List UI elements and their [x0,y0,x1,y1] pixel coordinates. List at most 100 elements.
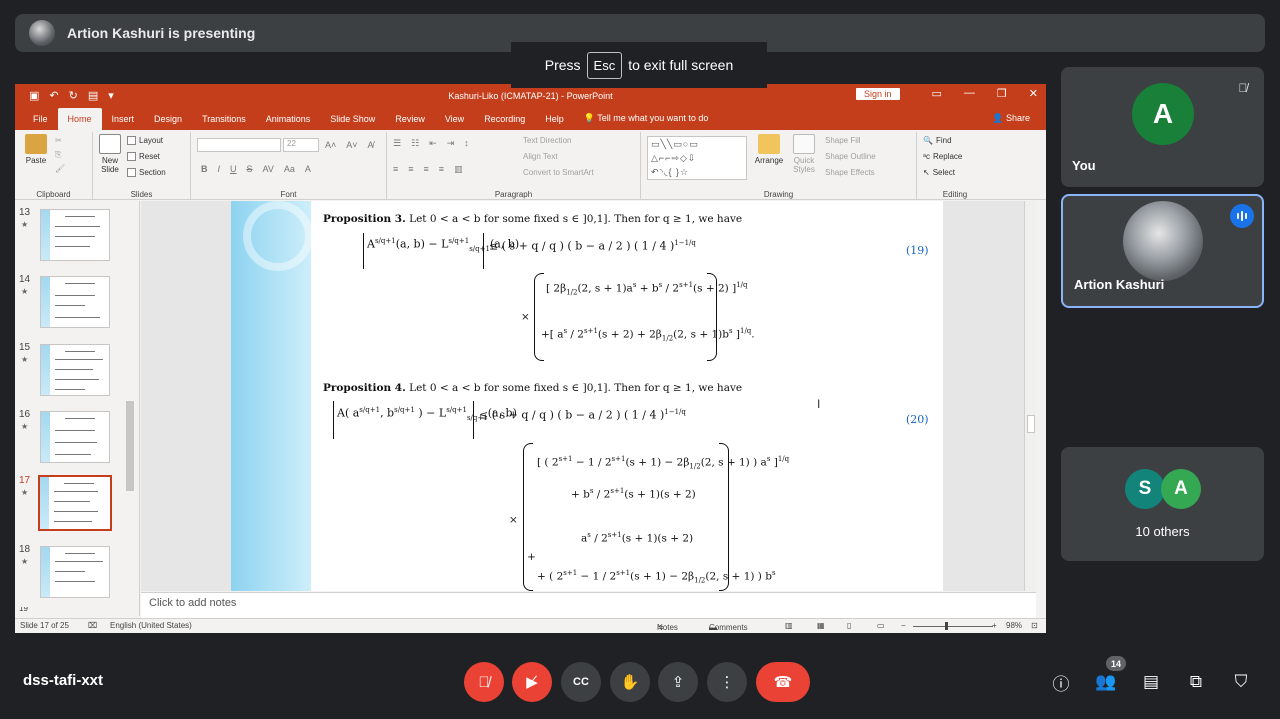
zoom-level[interactable]: 98% [1006,621,1022,630]
share-button[interactable]: 👤 Share [992,113,1030,124]
find-button[interactable]: 🔍 Find [923,136,952,145]
align-right-icon[interactable]: ≡ [424,164,429,175]
minimize-icon[interactable]: — [964,87,975,100]
host-controls-button[interactable]: ⛉ [1229,670,1253,694]
quick-styles-button[interactable]: Quick Styles [789,134,819,174]
slide-thumbnail[interactable]: 18 ★ [15,544,133,604]
italic-icon[interactable]: I [218,164,221,174]
slide-sorter-icon[interactable]: ▦ [817,621,825,630]
more-options-button[interactable]: ⋮ [707,662,747,702]
tab-slide-show[interactable]: Slide Show [320,114,385,130]
justify-icon[interactable]: ≡ [439,164,444,175]
activities-button[interactable]: ⧉ [1184,670,1208,694]
tab-home[interactable]: Home [57,108,102,130]
camera-toggle-button[interactable]: ▶̸ [512,662,552,702]
numbering-icon[interactable]: ☷ [411,138,419,149]
notes-pane[interactable]: Click to add notes [141,592,1036,618]
tab-view[interactable]: View [435,114,474,130]
slide-thumbnail[interactable]: 13 ★ [15,207,133,267]
decrease-indent-icon[interactable]: ⇤ [429,138,437,149]
leave-call-button[interactable]: ☎ [756,662,810,702]
shape-effects-button[interactable]: Shape Effects [825,168,875,177]
undo-icon[interactable]: ↶ [49,89,58,102]
font-name-box[interactable] [197,138,281,152]
fit-to-window-icon[interactable]: ⊡ [1031,621,1038,630]
participant-tile-artion[interactable]: Artion Kashuri [1061,194,1264,308]
char-spacing-icon[interactable]: AV [263,164,274,174]
normal-view-icon[interactable]: ▥ [785,621,793,630]
people-button[interactable]: 👥 [1094,670,1118,694]
shape-fill-button[interactable]: Shape Fill [825,136,861,145]
tab-help[interactable]: Help [535,114,574,130]
new-slide-button[interactable]: New Slide [95,134,125,174]
spellcheck-icon[interactable]: ⌧ [88,621,97,630]
font-size-box[interactable]: 22 [283,138,319,152]
change-case-icon[interactable]: Aa [284,164,295,174]
grow-font-icon[interactable]: A˄ [325,140,336,150]
tab-animations[interactable]: Animations [256,114,321,130]
slide-thumbnail[interactable]: 19 [15,607,133,616]
arrange-button[interactable]: Arrange [751,134,787,165]
underline-icon[interactable]: U [230,164,237,174]
raise-hand-button[interactable]: ✋ [610,662,650,702]
reading-view-icon[interactable]: ▯ [847,621,851,630]
font-color-icon[interactable]: A [305,164,311,174]
copy-icon[interactable]: ⎘ [55,150,61,160]
tab-insert[interactable]: Insert [102,114,145,130]
zoom-out-icon[interactable]: − [901,621,906,630]
slide-thumbnail-active[interactable]: 17 ★ [15,475,133,535]
redo-icon[interactable]: ↻ [69,89,78,102]
slide-scrollbar[interactable] [1024,201,1036,591]
select-button[interactable]: ↖ Select [923,168,955,177]
shapes-gallery[interactable]: ▭╲╲▭○▭ △⌐⌐⇨◇⇩ ↶◝◟{ }☆ [647,136,747,180]
slide-thumbnail[interactable]: 15 ★ [15,342,133,402]
section-button[interactable]: Section [127,168,166,177]
zoom-slider-knob[interactable] [945,622,948,630]
cut-icon[interactable]: ✂ [55,136,62,145]
convert-smartart-button[interactable]: Convert to SmartArt [523,168,594,177]
shrink-font-icon[interactable]: A˅ [346,140,357,150]
chat-button[interactable]: ▤ [1139,670,1163,694]
strike-icon[interactable]: S [247,164,253,174]
paste-button[interactable]: Paste [21,134,51,165]
zoom-in-icon[interactable]: + [992,621,997,630]
line-spacing-icon[interactable]: ↕ [464,138,469,149]
zoom-slider[interactable] [913,626,993,627]
tab-recording[interactable]: Recording [474,114,535,130]
bold-icon[interactable]: B [201,164,208,174]
replace-button[interactable]: ᵃc Replace [923,152,962,161]
format-painter-icon[interactable]: 🖌 [55,164,65,173]
restore-icon[interactable]: ❐ [997,87,1007,100]
sign-in-button[interactable]: Sign in [856,88,900,100]
bullets-icon[interactable]: ☰ [393,138,401,149]
clear-format-icon[interactable]: A̸ [368,140,374,150]
close-icon[interactable]: ✕ [1029,87,1038,100]
present-button[interactable]: ⇪ [658,662,698,702]
save-icon[interactable]: ▣ [29,89,39,102]
customize-qat-icon[interactable]: ▾ [108,89,114,102]
slide-thumbnail[interactable]: 16 ★ [15,409,133,469]
start-from-beginning-icon[interactable]: ▤ [88,89,98,102]
slideshow-view-icon[interactable]: ▭ [877,621,885,630]
language[interactable]: English (United States) [110,621,192,630]
reset-button[interactable]: Reset [127,152,160,161]
tab-file[interactable]: File [23,114,58,130]
align-text-button[interactable]: Align Text [523,152,558,161]
text-direction-button[interactable]: Text Direction [523,136,571,145]
layout-button[interactable]: Layout [127,136,163,145]
thumbnails-scrollbar[interactable] [125,201,135,616]
captions-button[interactable]: CC [561,662,601,702]
align-left-icon[interactable]: ≡ [393,164,398,175]
ribbon-display-icon[interactable]: ▭ [932,87,942,100]
tab-review[interactable]: Review [385,114,435,130]
shape-outline-button[interactable]: Shape Outline [825,152,876,161]
tab-design[interactable]: Design [144,114,192,130]
align-center-icon[interactable]: ≡ [408,164,413,175]
slide-thumbnail[interactable]: 14 ★ [15,274,133,334]
increase-indent-icon[interactable]: ⇥ [447,138,455,149]
participant-tile-others[interactable]: S A 10 others [1061,447,1264,561]
columns-icon[interactable]: ▥ [454,164,463,175]
meeting-info-button[interactable]: ⓘ [1049,670,1073,694]
tell-me-search[interactable]: 💡 Tell me what you want to do [574,113,719,130]
participant-tile-you[interactable]: A 🎙̸ You [1061,67,1264,187]
